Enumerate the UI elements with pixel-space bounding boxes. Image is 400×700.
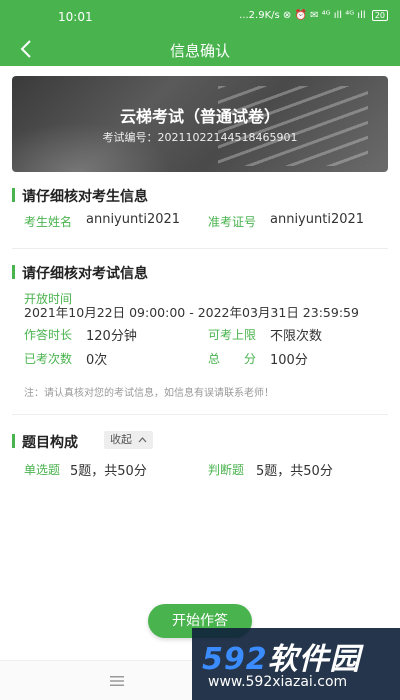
candidate-section-heading: 请仔细核对考生信息	[12, 186, 148, 206]
chevron-up-icon	[138, 437, 146, 443]
candidate-name-label: 考生姓名	[24, 215, 73, 229]
site-watermark: 592软件园 www.592xiazai.com	[192, 628, 400, 700]
open-time-value: 2021年10月22日 09:00:00 - 2022年03月31日 23:59…	[24, 305, 359, 320]
ticket-number-value: anniyunti2021	[270, 212, 365, 227]
true-false-value: 5题，共50分	[256, 464, 333, 479]
menu-icon[interactable]	[110, 675, 124, 687]
exam-section-heading: 请仔细核对考试信息	[12, 263, 148, 283]
collapse-button[interactable]: 收起	[104, 431, 153, 449]
exam-note: 注：请认真核对您的考试信息，如信息有误请联系老师！	[24, 388, 274, 399]
top-nav-bar: 信息确认	[0, 32, 400, 66]
true-false-label: 判断题	[208, 463, 245, 477]
duration-value: 120分钟	[86, 329, 137, 344]
attempt-limit-value: 不限次数	[270, 329, 323, 344]
exam-number: 考试编号：20211022144518465901	[12, 129, 388, 145]
single-choice-value: 5题，共50分	[70, 464, 147, 479]
battery-icon: 20	[371, 10, 388, 21]
exam-title: 云梯考试（普通试卷）	[119, 107, 280, 126]
attempts-taken-value: 0次	[86, 353, 108, 368]
total-score-label: 总 分	[208, 352, 257, 366]
attempt-limit-label: 可考上限	[208, 328, 257, 342]
single-choice-label: 单选题	[24, 463, 61, 477]
exam-number-label: 考试编号：	[102, 131, 158, 144]
duration-label: 作答时长	[24, 328, 73, 342]
page-title: 信息确认	[169, 42, 230, 60]
status-bar: 10:01 ...2.9K/s ⊗ ⏰ ✉ ⁴ᴳ ıll ⁴ᴳ ıll 20	[0, 0, 400, 32]
exam-banner: 云梯考试（普通试卷） 考试编号：20211022144518465901	[12, 76, 388, 172]
total-score-value: 100分	[270, 353, 308, 368]
watermark-brand-number: 592	[202, 642, 268, 677]
status-time: 10:01	[58, 10, 93, 24]
collapse-label: 收起	[110, 433, 132, 446]
network-indicators: ...2.9K/s ⊗ ⏰ ✉ ⁴ᴳ ıll ⁴ᴳ ıll	[239, 10, 366, 21]
composition-section-heading: 题目构成	[12, 432, 78, 452]
exam-number-value: 20211022144518465901	[157, 131, 298, 144]
watermark-url: www.592xiazai.com	[208, 674, 348, 690]
divider	[12, 248, 388, 249]
watermark-brand: 592软件园	[202, 634, 361, 678]
status-indicators: ...2.9K/s ⊗ ⏰ ✉ ⁴ᴳ ıll ⁴ᴳ ıll 20	[239, 10, 388, 21]
watermark-brand-text: 软件园	[267, 642, 361, 677]
attempts-taken-label: 已考次数	[24, 352, 73, 366]
candidate-name-value: anniyunti2021	[86, 212, 181, 227]
divider	[12, 414, 388, 415]
ticket-number-label: 准考证号	[208, 215, 257, 229]
